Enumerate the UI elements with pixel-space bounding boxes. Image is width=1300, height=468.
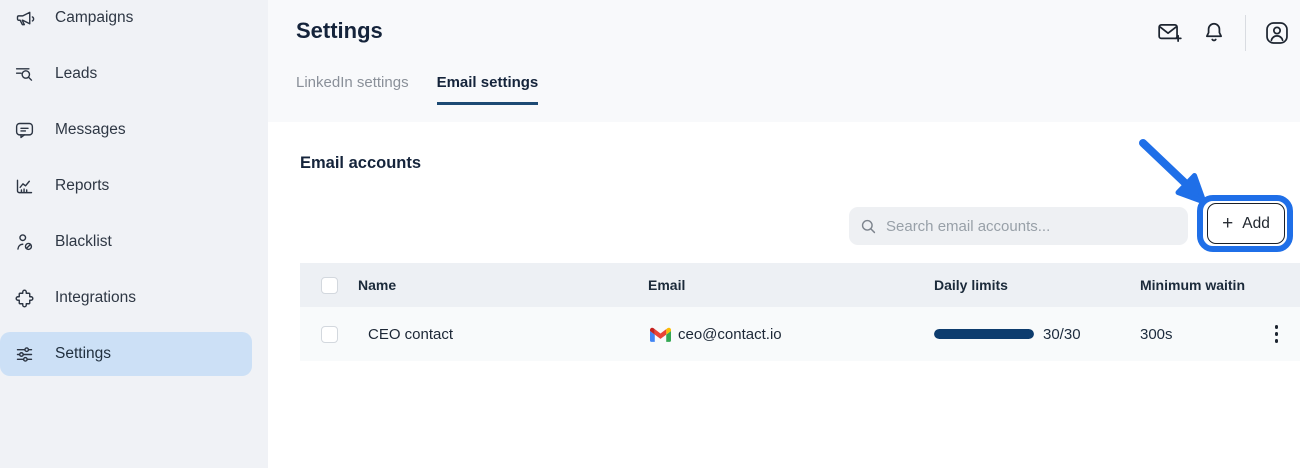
puzzle-icon bbox=[14, 288, 35, 309]
column-header-minimum-waiting: Minimum waiting bbox=[1133, 277, 1245, 293]
tab-email-settings[interactable]: Email settings bbox=[437, 74, 539, 105]
column-header-name: Name bbox=[358, 277, 648, 293]
sidebar-item-label: Integrations bbox=[55, 289, 136, 307]
select-all-checkbox[interactable] bbox=[321, 277, 338, 294]
sidebar-item-label: Reports bbox=[55, 177, 109, 195]
account-name: CEO contact bbox=[358, 326, 648, 343]
sidebar-item-messages[interactable]: Messages bbox=[0, 108, 252, 152]
table-header-row: Name Email Daily limits Minimum waiting bbox=[300, 263, 1300, 307]
sidebar-item-label: Blacklist bbox=[55, 233, 112, 251]
daily-limit-progress-fill bbox=[934, 329, 1034, 339]
sidebar: Campaigns Leads Messages Reports bbox=[0, 0, 268, 468]
daily-limit-value: 30/30 bbox=[1043, 326, 1081, 343]
daily-limits-cell: 30/30 bbox=[930, 326, 1133, 343]
search-input[interactable] bbox=[886, 218, 1178, 235]
plus-icon: + bbox=[1222, 213, 1233, 235]
mail-plus-icon[interactable] bbox=[1157, 20, 1183, 46]
reports-chart-icon bbox=[14, 176, 35, 197]
add-button[interactable]: + Add bbox=[1207, 203, 1285, 244]
account-email-cell: ceo@contact.io bbox=[648, 326, 930, 343]
row-actions-kebab-icon[interactable] bbox=[1271, 321, 1283, 347]
sidebar-item-reports[interactable]: Reports bbox=[0, 164, 252, 208]
sidebar-item-blacklist[interactable]: Blacklist bbox=[0, 220, 252, 264]
sidebar-item-campaigns[interactable]: Campaigns bbox=[0, 0, 252, 40]
sidebar-item-label: Leads bbox=[55, 65, 97, 83]
annotation-arrow-icon bbox=[1100, 128, 1220, 218]
daily-limit-progress-bar bbox=[934, 329, 1034, 339]
settings-tabs: LinkedIn settings Email settings bbox=[296, 74, 538, 105]
page-title: Settings bbox=[296, 18, 383, 44]
sidebar-item-label: Campaigns bbox=[55, 9, 133, 27]
blacklist-person-icon bbox=[14, 232, 35, 253]
sliders-icon bbox=[14, 344, 35, 365]
bell-icon[interactable] bbox=[1201, 20, 1227, 46]
leads-search-icon bbox=[14, 64, 35, 85]
column-header-email: Email bbox=[648, 277, 930, 293]
message-icon bbox=[14, 120, 35, 141]
megaphone-icon bbox=[14, 8, 35, 29]
column-header-daily-limits: Daily limits bbox=[930, 277, 1133, 293]
email-accounts-table: Name Email Daily limits Minimum waiting … bbox=[300, 263, 1300, 361]
search-icon bbox=[859, 217, 878, 236]
sidebar-item-integrations[interactable]: Integrations bbox=[0, 276, 252, 320]
topbar-divider bbox=[1245, 15, 1246, 51]
gmail-icon bbox=[650, 326, 671, 342]
profile-icon[interactable] bbox=[1264, 20, 1290, 46]
search-box bbox=[849, 207, 1188, 245]
section-title-email-accounts: Email accounts bbox=[300, 154, 421, 173]
row-checkbox[interactable] bbox=[321, 326, 338, 343]
sidebar-item-settings[interactable]: Settings bbox=[0, 332, 252, 376]
topbar-icons bbox=[1157, 18, 1290, 48]
sidebar-item-leads[interactable]: Leads bbox=[0, 52, 252, 96]
sidebar-item-label: Messages bbox=[55, 121, 126, 139]
tab-linkedin-settings[interactable]: LinkedIn settings bbox=[296, 74, 409, 105]
add-button-label: Add bbox=[1242, 215, 1270, 233]
table-row: CEO contact ceo@contact.io 30/30 300s bbox=[300, 307, 1300, 361]
sidebar-item-label: Settings bbox=[55, 345, 111, 363]
minimum-waiting-value: 300s bbox=[1133, 326, 1245, 343]
account-email: ceo@contact.io bbox=[678, 326, 782, 343]
